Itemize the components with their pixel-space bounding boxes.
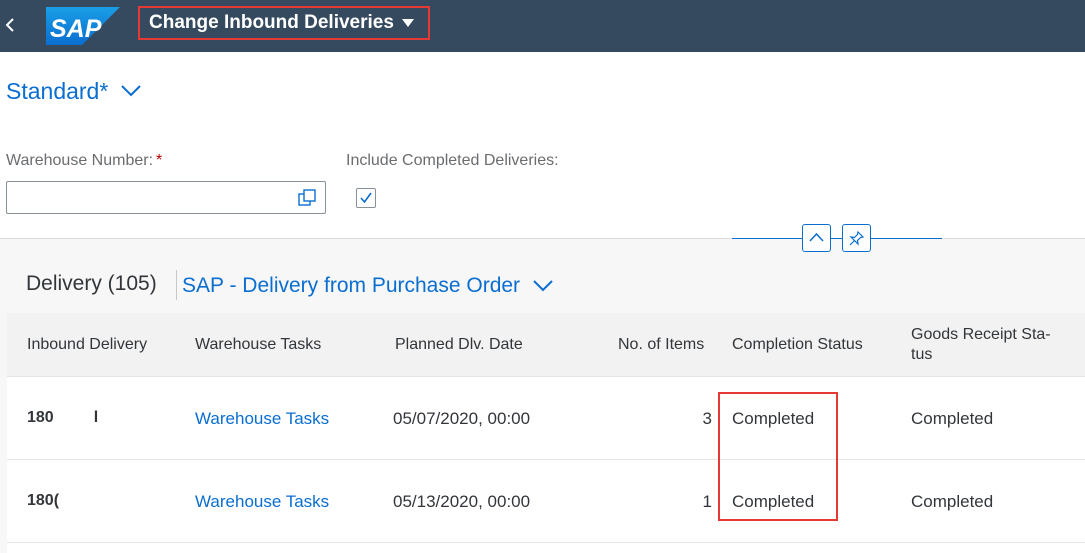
deliveries-table: Inbound Delivery Warehouse Tasks Planned… [7, 313, 1085, 553]
warehouse-number-label: Warehouse Number: * [6, 152, 163, 169]
app-title-menu[interactable]: Change Inbound Deliveries [138, 6, 430, 40]
goods-receipt-status-cell: Completed [911, 409, 994, 428]
table-row[interactable]: 180 l Warehouse Tasks 05/07/2020, 00:00 … [7, 377, 1085, 460]
column-header-completion-status[interactable]: Completion Status [732, 336, 863, 354]
value-help-icon[interactable] [298, 189, 316, 207]
goods-receipt-status-cell: Completed [911, 492, 994, 511]
pin-icon [849, 231, 864, 246]
table-title: Delivery (105) [26, 272, 157, 295]
table-header-row: Inbound Delivery Warehouse Tasks Planned… [7, 313, 1085, 377]
chevron-down-icon [121, 85, 142, 97]
caret-down-icon [401, 19, 414, 27]
completion-status-cell: Completed [732, 409, 815, 428]
chevron-up-icon [809, 232, 824, 242]
column-header-warehouse-tasks[interactable]: Warehouse Tasks [195, 336, 321, 354]
checkmark-icon [360, 192, 372, 204]
warehouse-tasks-link[interactable]: Warehouse Tasks [195, 492, 329, 512]
column-header-no-of-items[interactable]: No. of Items [618, 336, 704, 354]
no-of-items-cell: 1 [702, 492, 712, 511]
inbound-delivery-cell: 180 l [27, 409, 99, 426]
warehouse-number-input[interactable] [6, 181, 326, 214]
column-header-planned-date[interactable]: Planned Dlv. Date [395, 336, 523, 354]
column-header-inbound-delivery[interactable]: Inbound Delivery [27, 336, 147, 354]
back-arrow-icon [5, 18, 14, 32]
variant-selector[interactable]: Standard* [6, 76, 142, 106]
table-variant-name: SAP - Delivery from Purchase Order [182, 274, 521, 297]
include-completed-checkbox[interactable] [356, 188, 376, 208]
inbound-delivery-cell: 180( [27, 492, 60, 509]
app-title: Change Inbound Deliveries [149, 12, 394, 33]
completion-status-cell: Completed [732, 492, 815, 511]
back-button[interactable] [0, 8, 22, 42]
no-of-items-cell: 3 [702, 409, 712, 428]
title-separator [176, 270, 177, 300]
planned-date-cell: 05/13/2020, 00:00 [393, 492, 531, 511]
include-completed-label: Include Completed Deliveries: [346, 152, 559, 169]
sap-logo[interactable]: SAP [46, 7, 120, 45]
column-header-goods-receipt-status-cont: tus [911, 346, 933, 363]
column-header-goods-receipt-status[interactable]: Goods Receipt Sta- [911, 326, 1051, 344]
warehouse-tasks-link[interactable]: Warehouse Tasks [195, 409, 329, 429]
collapse-header-button[interactable] [802, 224, 831, 252]
chevron-down-icon [533, 280, 553, 292]
table-variant-selector[interactable]: SAP - Delivery from Purchase Order [182, 272, 553, 300]
required-asterisk: * [156, 152, 163, 169]
pin-header-button[interactable] [842, 224, 871, 252]
planned-date-cell: 05/07/2020, 00:00 [393, 409, 531, 428]
table-row[interactable]: 180( Warehouse Tasks 05/13/2020, 00:00 1… [7, 460, 1085, 543]
shell-bar: SAP Change Inbound Deliveries [0, 0, 1085, 52]
svg-text:SAP: SAP [50, 15, 102, 43]
header-divider [732, 238, 942, 239]
variant-name: Standard* [6, 77, 109, 104]
